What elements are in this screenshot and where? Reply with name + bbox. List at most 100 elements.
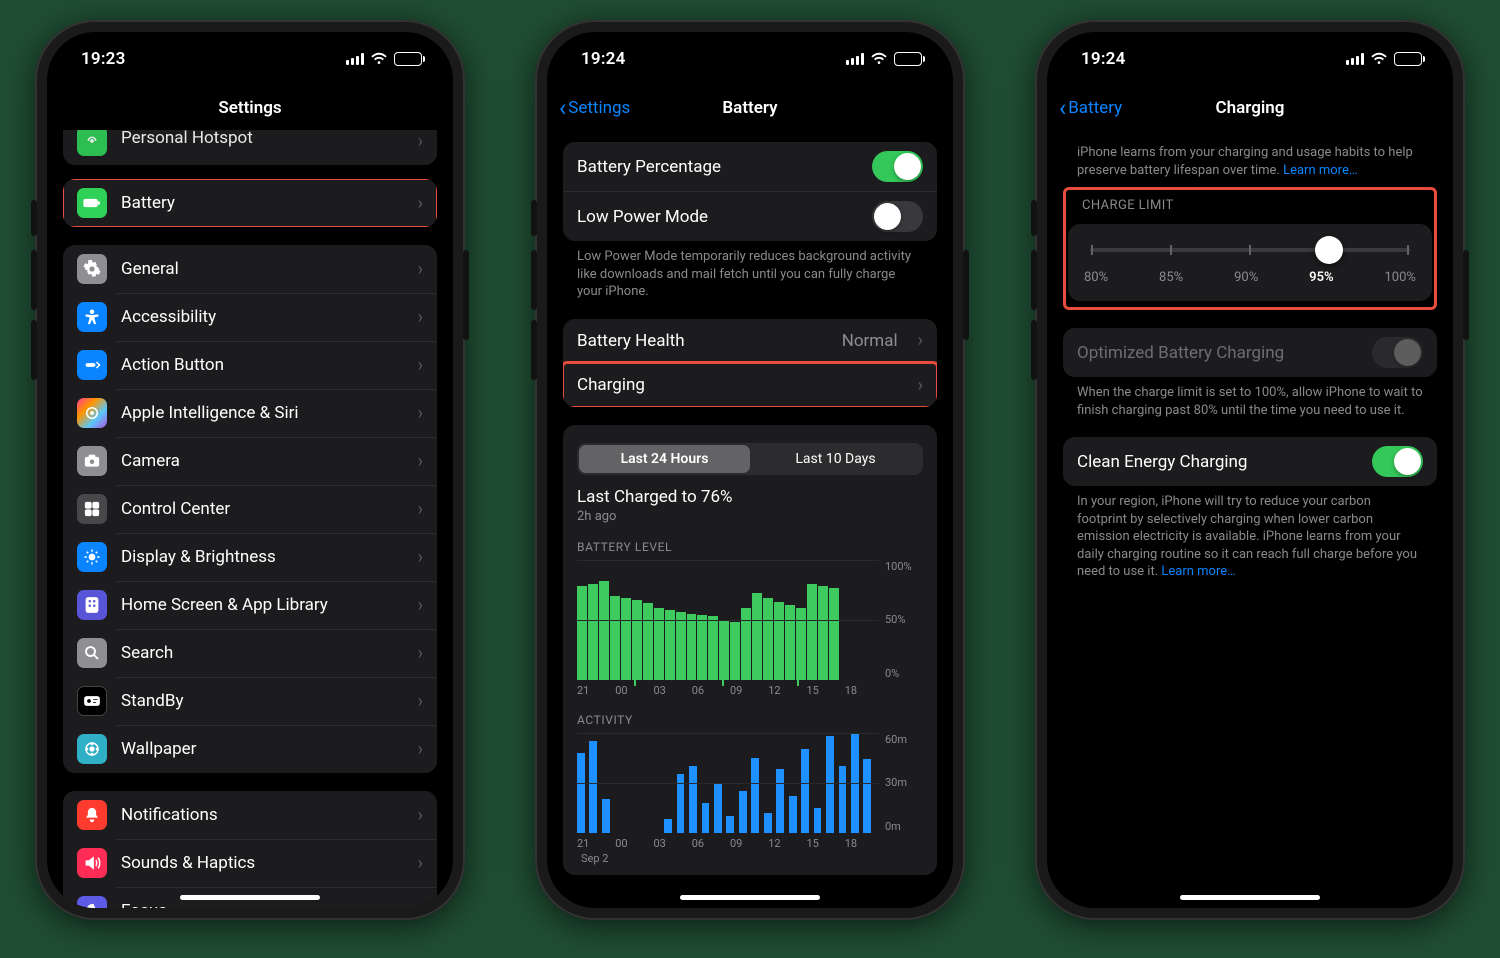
chevron-right-icon: ›	[418, 451, 423, 472]
settings-item-label: General	[121, 259, 398, 279]
phone-2: 19:24 63 ‹ Settings	[535, 20, 965, 920]
settings-list[interactable]: Personal Hotspot › Battery › Genera	[47, 130, 453, 908]
slider-thumb[interactable]	[1315, 236, 1343, 264]
settings-item-control-center[interactable]: Control Center›	[63, 485, 437, 533]
low-power-mode-row[interactable]: Low Power Mode	[563, 191, 937, 241]
settings-item-action-button[interactable]: Action Button›	[63, 341, 437, 389]
settings-item-general[interactable]: General›	[63, 245, 437, 293]
wallpaper-icon	[77, 734, 107, 764]
settings-item-sounds[interactable]: Sounds & Haptics›	[63, 839, 437, 887]
settings-item-camera[interactable]: Camera›	[63, 437, 437, 485]
nav-bar: Settings	[47, 86, 453, 130]
obc-footer: When the charge limit is set to 100%, al…	[1063, 377, 1437, 419]
row-label: Charging	[577, 375, 898, 395]
charging-row[interactable]: Charging ›	[563, 363, 937, 407]
battery-icon: 63	[894, 52, 925, 66]
control-center-icon	[77, 494, 107, 524]
status-time: 19:23	[81, 49, 171, 69]
status-bar: 19:23 63	[47, 32, 453, 86]
home-indicator[interactable]	[680, 895, 820, 900]
segment-last-10d[interactable]: Last 10 Days	[750, 445, 921, 473]
chevron-right-icon: ›	[418, 131, 423, 152]
phone-1: 19:23 63 Settings	[35, 20, 465, 920]
settings-item-battery[interactable]: Battery ›	[63, 179, 437, 227]
clean-energy-charging-toggle[interactable]	[1372, 446, 1423, 477]
search-icon	[77, 638, 107, 668]
home-indicator[interactable]	[180, 895, 320, 900]
settings-item-label: Home Screen & App Library	[121, 595, 398, 615]
phone-3: 19:24 63 ‹ Battery	[1035, 20, 1465, 920]
clean-energy-charging-row[interactable]: Clean Energy Charging	[1063, 437, 1437, 486]
settings-item-label: Battery	[121, 193, 398, 213]
charge-limit-slider[interactable]	[1082, 238, 1418, 262]
optimized-battery-charging-toggle	[1372, 337, 1423, 368]
back-button[interactable]: ‹ Settings	[559, 96, 630, 120]
row-label: Low Power Mode	[577, 207, 858, 227]
time-range-segmented[interactable]: Last 24 Hours Last 10 Days	[577, 443, 923, 475]
cec-footer: In your region, iPhone will try to reduc…	[1063, 486, 1437, 581]
wifi-icon	[870, 52, 888, 66]
chevron-right-icon: ›	[918, 330, 923, 351]
action-button-icon	[77, 350, 107, 380]
low-power-mode-toggle[interactable]	[872, 201, 923, 232]
focus-icon	[77, 896, 107, 908]
cellular-icon	[1346, 53, 1364, 65]
battery-health-row[interactable]: Battery Health Normal ›	[563, 319, 937, 363]
status-time: 19:24	[581, 49, 671, 69]
optimized-battery-charging-row: Optimized Battery Charging	[1063, 328, 1437, 377]
page-title: Settings	[218, 98, 281, 118]
chevron-right-icon: ›	[418, 595, 423, 616]
three-phone-stage: 19:23 63 Settings	[0, 0, 1500, 958]
settings-item-label: Apple Intelligence & Siri	[121, 403, 398, 423]
wifi-icon	[1370, 52, 1388, 66]
settings-item-accessibility[interactable]: Accessibility›	[63, 293, 437, 341]
activity-heading: ACTIVITY	[577, 713, 923, 727]
battery-icon: 63	[1394, 52, 1425, 66]
home-indicator[interactable]	[1180, 895, 1320, 900]
standby-icon	[77, 686, 107, 716]
intro-text: iPhone learns from your charging and usa…	[1063, 130, 1437, 179]
display-icon	[77, 542, 107, 572]
settings-item-home-screen[interactable]: Home Screen & App Library ›	[63, 581, 437, 629]
settings-item-display[interactable]: Display & Brightness›	[63, 533, 437, 581]
settings-item-label: Focus	[121, 901, 398, 908]
settings-item-label: Search	[121, 643, 398, 663]
chevron-left-icon: ‹	[559, 96, 566, 120]
chevron-right-icon: ›	[418, 403, 423, 424]
back-label: Settings	[568, 98, 630, 118]
settings-item-label: Personal Hotspot	[121, 130, 398, 148]
sounds-icon	[77, 848, 107, 878]
learn-more-link[interactable]: Learn more…	[1283, 163, 1357, 178]
settings-item-apple-intelligence[interactable]: Apple Intelligence & Siri ›	[63, 389, 437, 437]
settings-item-standby[interactable]: StandBy›	[63, 677, 437, 725]
battery-settings[interactable]: Battery Percentage Low Power Mode Low Po…	[547, 130, 953, 908]
page-title: Battery	[722, 98, 777, 118]
chevron-right-icon: ›	[418, 193, 423, 214]
charge-limit-section: CHARGE LIMIT 80%85%90%95%100%	[1063, 187, 1437, 310]
settings-item-label: Action Button	[121, 355, 398, 375]
chevron-right-icon: ›	[418, 547, 423, 568]
dynamic-island	[687, 44, 813, 80]
battery-percentage-row[interactable]: Battery Percentage	[563, 142, 937, 191]
back-label: Battery	[1068, 98, 1122, 118]
row-label: Battery Health	[577, 331, 828, 351]
settings-item-notifications[interactable]: Notifications›	[63, 791, 437, 839]
learn-more-link[interactable]: Learn more…	[1161, 564, 1235, 579]
nav-bar: ‹ Battery Charging	[1047, 86, 1453, 130]
chart-xfoot: Sep 2	[577, 852, 923, 865]
battery-percentage-toggle[interactable]	[872, 151, 923, 182]
battery-icon: 63	[394, 52, 425, 66]
cellular-icon	[846, 53, 864, 65]
chevron-left-icon: ‹	[1059, 96, 1066, 120]
general-icon	[77, 254, 107, 284]
chevron-right-icon: ›	[418, 901, 423, 909]
settings-item-wallpaper[interactable]: Wallpaper›	[63, 725, 437, 773]
settings-item-search[interactable]: Search›	[63, 629, 437, 677]
dynamic-island	[187, 44, 313, 80]
back-button[interactable]: ‹ Battery	[1059, 96, 1122, 120]
segment-last-24h[interactable]: Last 24 Hours	[579, 445, 750, 473]
charging-settings[interactable]: iPhone learns from your charging and usa…	[1047, 130, 1453, 908]
settings-item-personal-hotspot[interactable]: Personal Hotspot ›	[63, 130, 437, 165]
battery-level-chart: 100%50%0%	[577, 560, 923, 680]
row-label: Battery Percentage	[577, 157, 858, 177]
